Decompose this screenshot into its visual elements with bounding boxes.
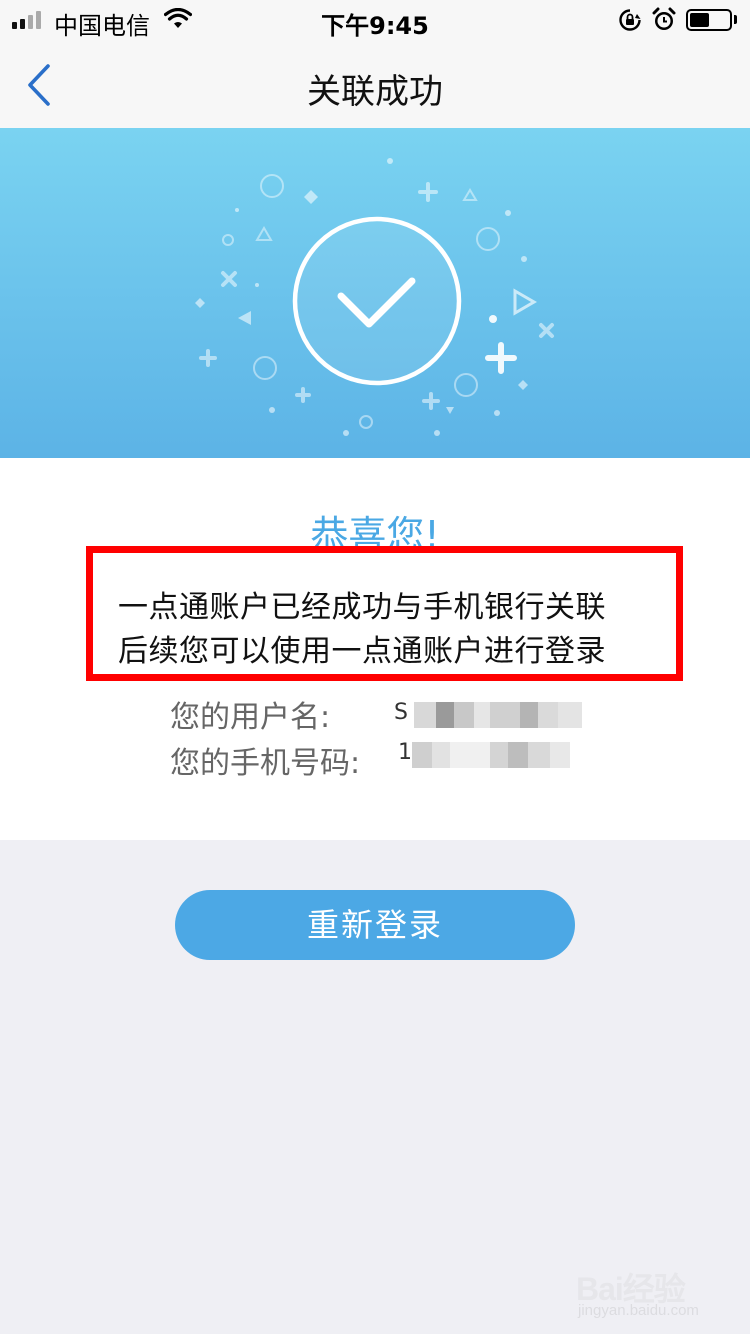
- username-label: 您的用户名:: [170, 700, 331, 735]
- alarm-icon: [652, 7, 676, 30]
- check-circle-icon: [195, 158, 554, 436]
- battery-icon: [686, 9, 732, 31]
- watermark-url: jingyan.baidu.com: [578, 1302, 699, 1319]
- phone-label: 您的手机号码:: [170, 746, 361, 781]
- battery-tip: [734, 15, 737, 24]
- phone-visible-prefix: 1: [398, 740, 412, 765]
- success-message-line1: 一点通账户已经成功与手机银行关联: [118, 590, 606, 625]
- status-bar: 中国电信 下午9:45: [0, 0, 750, 40]
- page-title: 关联成功: [307, 72, 443, 112]
- baidu-watermark: Bai经验 jingyan.baidu.com: [576, 1262, 736, 1322]
- result-card: 恭喜您! 一点通账户已经成功与手机银行关联 后续您可以使用一点通账户进行登录 您…: [0, 458, 750, 840]
- phone-value-pixelated: 1: [396, 740, 570, 768]
- username-value-pixelated: S: [392, 700, 582, 728]
- navigation-bar: 关联成功: [0, 40, 750, 128]
- success-message-line2: 后续您可以使用一点通账户进行登录: [118, 634, 606, 669]
- username-visible-prefix: S: [394, 700, 408, 725]
- relogin-button[interactable]: 重新登录: [175, 890, 575, 960]
- success-banner: [0, 128, 750, 458]
- rotation-lock-icon: [619, 9, 641, 31]
